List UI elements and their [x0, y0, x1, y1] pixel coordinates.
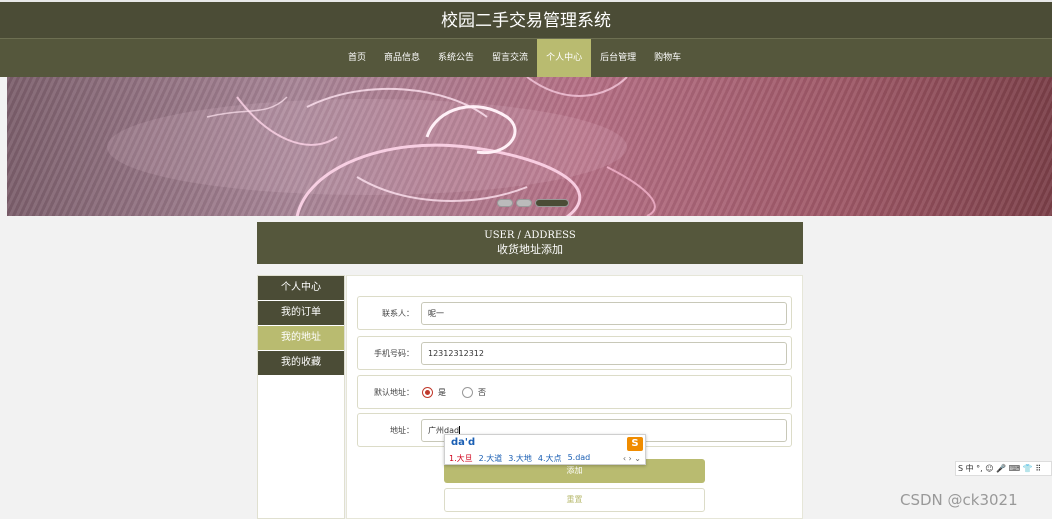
- ime-candidate-popup: da'd S 1.大旦 2.大道 3.大地 4.大点 5.dad ‹ › ⌄: [444, 434, 646, 465]
- default-yes-radio[interactable]: [422, 387, 433, 398]
- address-label: 地址：: [390, 426, 414, 435]
- banner-artwork: [107, 77, 656, 216]
- default-address-row: 默认地址： 是 否: [357, 375, 792, 409]
- default-no-label: 否: [478, 388, 486, 397]
- main-nav: 首页 商品信息 系统公告 留言交流 个人中心 后台管理 购物车: [0, 38, 1052, 78]
- ime-candidate[interactable]: 5.dad: [568, 453, 591, 464]
- carousel-dot-1[interactable]: [497, 199, 513, 207]
- nav-admin[interactable]: 后台管理: [591, 39, 645, 78]
- reset-button[interactable]: 重置: [444, 488, 705, 512]
- section-header: USER / ADDRESS 收货地址添加: [257, 222, 803, 264]
- contact-label: 联系人：: [382, 309, 414, 318]
- banner-carousel: [7, 77, 1052, 216]
- default-no-radio[interactable]: [462, 387, 473, 398]
- carousel-indicators: [497, 199, 569, 207]
- sogou-logo-icon: S: [627, 437, 643, 451]
- default-address-label: 默认地址：: [374, 388, 414, 397]
- nav-cart[interactable]: 购物车: [645, 39, 690, 78]
- carousel-dot-2[interactable]: [516, 199, 532, 207]
- ime-page-arrows-icon[interactable]: ‹ › ⌄: [623, 454, 641, 463]
- ime-candidate[interactable]: 1.大旦: [449, 453, 473, 464]
- nav-personal-center[interactable]: 个人中心: [537, 39, 592, 78]
- user-sidebar: 个人中心 我的订单 我的地址 我的收藏: [257, 275, 345, 519]
- phone-label: 手机号码：: [374, 349, 414, 358]
- nav-messages[interactable]: 留言交流: [483, 39, 537, 78]
- ime-composition: da'd: [451, 437, 476, 448]
- watermark: CSDN @ck3021: [900, 491, 1018, 509]
- phone-row: 手机号码： 12312312312: [357, 336, 792, 370]
- nav-products[interactable]: 商品信息: [375, 39, 429, 78]
- nav-home[interactable]: 首页: [339, 39, 375, 78]
- ime-candidate[interactable]: 3.大地: [508, 453, 532, 464]
- sidebar-item-my-favorites[interactable]: 我的收藏: [258, 351, 344, 375]
- sidebar-item-personal-center[interactable]: 个人中心: [258, 276, 344, 300]
- ime-candidate[interactable]: 2.大道: [479, 453, 503, 464]
- contact-row: 联系人： 呢一: [357, 296, 792, 330]
- site-title: 校园二手交易管理系统: [0, 0, 1052, 38]
- section-title-cn: 收货地址添加: [497, 243, 563, 256]
- ime-candidate[interactable]: 4.大点: [538, 453, 562, 464]
- phone-input[interactable]: 12312312312: [421, 342, 787, 365]
- section-title-en: USER / ADDRESS: [484, 230, 576, 241]
- carousel-dot-3[interactable]: [535, 199, 569, 207]
- nav-announcements[interactable]: 系统公告: [429, 39, 483, 78]
- default-yes-label: 是: [438, 388, 446, 397]
- contact-input[interactable]: 呢一: [421, 302, 787, 325]
- sidebar-item-my-orders[interactable]: 我的订单: [258, 301, 344, 325]
- sidebar-item-my-address[interactable]: 我的地址: [258, 326, 344, 350]
- ime-toolbar[interactable]: S 中 °, ☺ 🎤 ⌨ 👕 ⠿: [955, 461, 1052, 476]
